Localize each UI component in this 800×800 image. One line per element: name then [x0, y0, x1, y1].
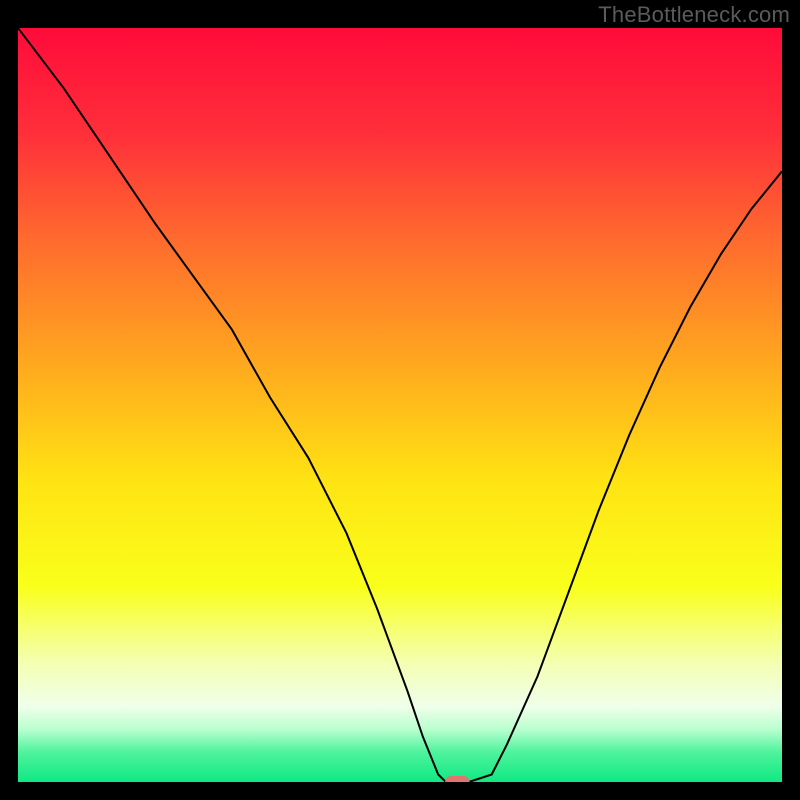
chart-frame: TheBottleneck.com: [0, 0, 800, 800]
watermark-text: TheBottleneck.com: [598, 2, 790, 28]
optimal-marker: [445, 776, 469, 782]
plot-svg: [18, 28, 782, 782]
plot-area: [18, 28, 782, 782]
